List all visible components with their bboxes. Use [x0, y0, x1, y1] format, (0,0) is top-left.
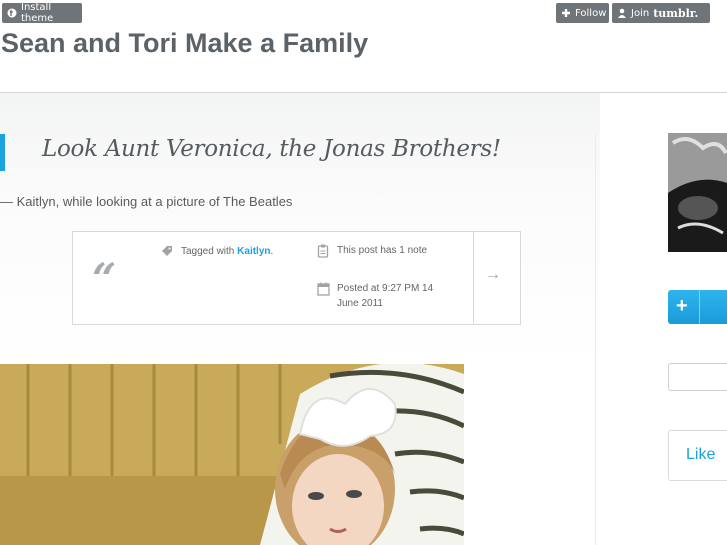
quote-source: — Kaitlyn, while looking at a picture of… — [0, 194, 293, 209]
follow-button[interactable]: Follow — [556, 3, 609, 23]
quote-mark-icon: “ — [92, 254, 117, 303]
plus-icon — [561, 8, 571, 18]
follow-button-separator — [699, 290, 700, 324]
follow-label: Follow — [575, 7, 607, 19]
quote-text: Look Aunt Veronica, the Jonas Brothers! — [42, 136, 501, 162]
join-label: Join — [631, 7, 650, 19]
like-label: Like — [686, 446, 716, 463]
post-photo[interactable] — [0, 364, 464, 545]
tagged-with: Tagged with Kaitlyn. — [181, 244, 273, 259]
posted-date[interactable]: Posted at 9:27 PM 14 June 2011 — [337, 281, 447, 311]
user-icon — [617, 8, 627, 18]
join-tumblr-button[interactable]: Join tumblr. — [612, 3, 710, 23]
sidebar-search-input[interactable] — [668, 363, 727, 391]
quote-accent-bar — [0, 134, 5, 171]
plus-icon: + — [676, 295, 688, 317]
meta-divider — [473, 232, 474, 324]
tumblr-t-icon — [7, 8, 17, 18]
install-theme-label: Install theme — [21, 2, 54, 24]
notes-count[interactable]: This post has 1 note — [337, 243, 427, 258]
blog-title[interactable]: Sean and Tori Make a Family — [1, 28, 368, 59]
tag-link-kaitlyn[interactable]: Kaitlyn — [237, 246, 270, 257]
column-divider — [595, 133, 596, 545]
tumblr-logo: tumblr. — [653, 6, 699, 20]
tagged-prefix: Tagged with — [181, 246, 235, 257]
tag-suffix: . — [270, 246, 274, 257]
notes-icon — [317, 244, 329, 258]
sidebar-like-button[interactable]: Like — [668, 430, 727, 481]
sidebar-follow-button[interactable]: + — [668, 290, 727, 324]
sidebar-avatar-photo[interactable] — [668, 133, 727, 252]
post-meta-box: “ Tagged with Kaitlyn. This post has 1 n… — [72, 231, 521, 325]
tag-icon — [161, 244, 173, 256]
calendar-icon — [317, 282, 330, 296]
install-theme-button[interactable]: Install theme — [2, 2, 82, 24]
permalink-arrow-icon[interactable]: → — [485, 266, 501, 284]
